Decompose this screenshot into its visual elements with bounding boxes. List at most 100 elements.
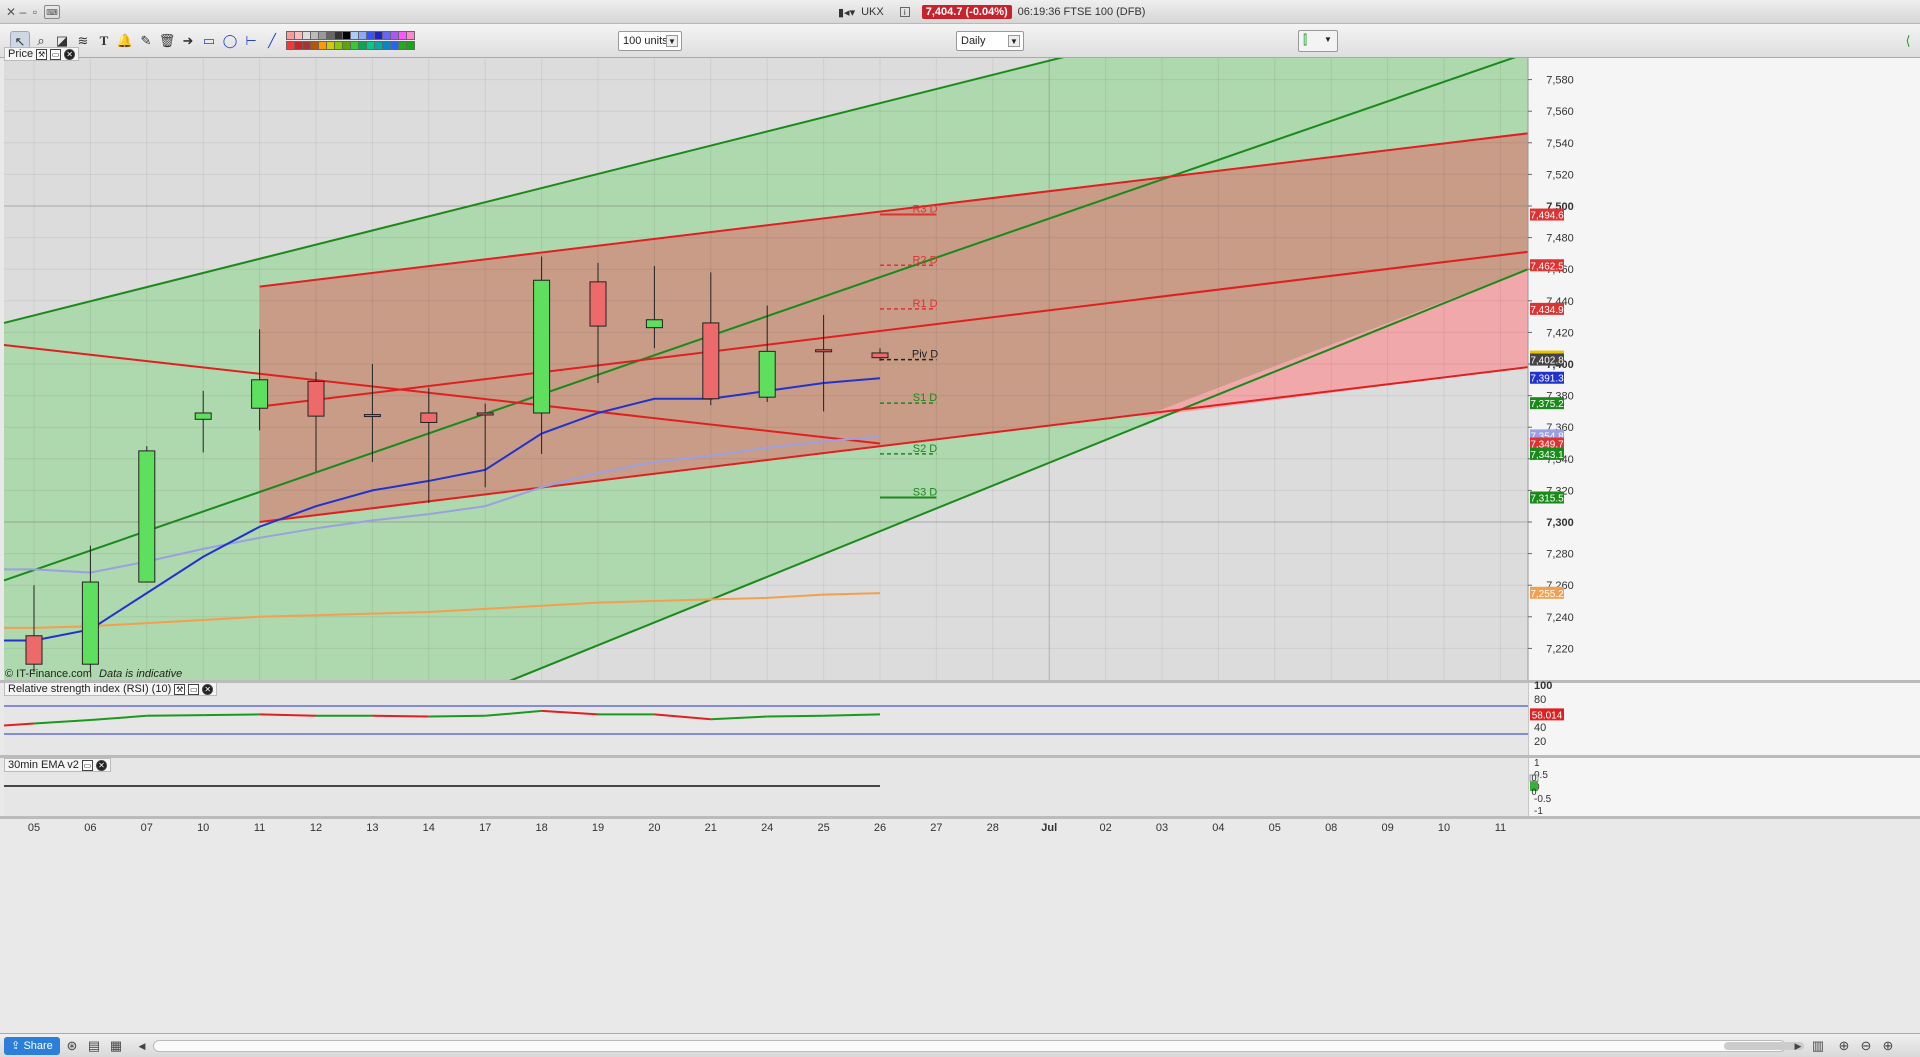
x-axis-label: 20 [648,822,660,834]
wrench-icon[interactable]: ⚒ [36,48,48,60]
info-icon[interactable]: i [899,7,910,17]
price-panel-label: Price ⚒ ▭ ✕ [4,47,80,61]
trend-line-tool-icon[interactable]: ╱ [262,31,282,51]
panel-toggle-icon[interactable]: ⟨ [1898,31,1918,51]
bar-chart-icon[interactable]: ▥ [1810,1038,1826,1054]
x-axis-label: 24 [761,822,773,834]
x-axis-label: 13 [366,822,378,834]
units-select[interactable]: 100 units ▼ [618,31,682,51]
rsi-line-segment [203,713,260,717]
rsi-value-label: 58.014 [1532,710,1563,721]
trading-app: ✕ – ▫ ⌨ ▮◂▾ UKX i 7,404.7 (-0.04%) 06:19… [0,0,1920,1057]
magic-tool-icon[interactable]: ✎ [136,31,156,51]
grid-icon[interactable]: ▦ [108,1038,124,1054]
horizontal-scrollbar[interactable] [153,1040,1804,1052]
pivot-label: R1 D [912,298,937,310]
zoom-in-icon[interactable]: ⊕ [1880,1038,1896,1054]
restore-window-icon[interactable]: ▫ [28,5,42,19]
candle-body[interactable] [251,379,269,409]
symbol-label: UKX [861,6,884,18]
window-icon[interactable]: ▭ [81,759,93,771]
text-tool-icon[interactable]: T [94,31,114,51]
watermark-note: Data is indicative [99,668,183,680]
price-tick-label: 7,540 [1546,138,1574,150]
candle-body[interactable] [420,412,438,423]
price-tag-label: 7,391.3 [1530,374,1564,385]
chart-canvas[interactable]: R3 DR2 DR1 DPiv DS1 DS2 DS3 D7,6007,5807… [0,58,1920,1033]
window-icon[interactable]: ▭ [188,683,200,695]
pivot-label: Piv D [912,349,938,361]
close-icon[interactable]: ✕ [202,683,214,695]
candle-body[interactable] [363,414,381,418]
account-icon[interactable]: ⊛ [64,1038,80,1054]
zoom-out-icon[interactable]: ⊖ [1858,1038,1874,1054]
ema-value-label: 0 [1531,773,1536,783]
rsi-axis-label: 100 [1534,680,1552,692]
candle-body[interactable] [589,281,607,327]
pivot-label: S2 D [913,443,938,455]
horizontal-line-tool-icon[interactable]: ⊢ [241,31,261,51]
candle-body[interactable] [533,279,551,414]
x-axis-label: 10 [1438,822,1450,834]
instrument-icon[interactable]: ▮◂▾ [838,6,855,19]
x-axis-label: 08 [1325,822,1337,834]
close-icon[interactable]: ✕ [95,759,107,771]
chevron-down-icon: ▼ [1008,35,1020,47]
share-button[interactable]: ⇪ Share [4,1037,60,1055]
layout-icon[interactable]: ▤ [86,1038,102,1054]
price-badge: 7,404.7 (-0.04%) [921,5,1012,19]
candle-body[interactable] [645,319,663,329]
close-icon[interactable]: ✕ [64,48,76,60]
scroll-left-icon[interactable]: ◀ [134,1038,150,1054]
chart-type-select[interactable]: ⫿ ▼ [1298,30,1338,52]
candle-body[interactable] [815,349,833,353]
rsi-axis-label: 20 [1534,736,1546,748]
candle-body[interactable] [138,450,156,583]
watermark: © IT-Finance.com Data is indicative [5,668,182,680]
ema-axis-label: -1 [1534,806,1543,817]
price-tick-label: 7,300 [1546,517,1574,529]
ema-pane-bg [4,758,1528,816]
status-bar: ⇪ Share ⊛ ▤ ▦ ◀ ▶ ▥ ⊕ ⊖ ⊕ [0,1033,1920,1057]
alert-bell-icon[interactable]: 🔔 [115,31,135,51]
price-tag-label: 7,434.9 [1530,305,1564,316]
rsi-line-segment [146,714,204,717]
price-tick-label: 7,420 [1546,327,1574,339]
price-tag-label: 7,255.2 [1530,589,1564,600]
candle-body[interactable] [25,635,43,665]
x-axis-label: 11 [1495,822,1506,834]
x-axis-label: 14 [423,822,435,834]
rectangle-tool-icon[interactable]: ▭ [199,31,219,51]
price-tag-label: 7,315.5 [1530,494,1564,505]
x-axis-label: Jul [1041,822,1057,834]
price-tag-label: 7,375.2 [1530,399,1564,410]
candle-body[interactable] [702,322,720,400]
rsi-line-segment [428,714,486,718]
keyboard-icon[interactable]: ⌨ [44,5,60,19]
delete-tool-icon[interactable]: 🗑 [157,31,177,51]
arrow-right-icon[interactable]: ➜ [178,31,198,51]
color-swatch[interactable] [406,31,415,40]
scroll-right-icon[interactable]: ▶ [1790,1038,1806,1054]
price-tick-label: 7,520 [1546,169,1574,181]
window-icon[interactable]: ▭ [50,48,62,60]
candle-body[interactable] [871,352,889,359]
x-axis-label: 26 [874,822,886,834]
candle-body[interactable] [81,581,99,665]
pivot-label: R2 D [912,254,937,266]
chevron-down-icon: ▼ [666,35,678,47]
x-axis-label: 19 [592,822,604,834]
rsi-panel-title: Relative strength index (RSI) (10) [8,683,172,695]
period-select[interactable]: Daily ▼ [956,31,1024,51]
x-axis-label: 05 [28,822,40,834]
x-axis-bg [0,819,1920,1033]
ellipse-tool-icon[interactable]: ◯ [220,31,240,51]
candle-body[interactable] [476,412,494,416]
candle-body[interactable] [194,412,212,420]
candle-body[interactable] [758,350,776,398]
color-swatch[interactable] [406,41,415,50]
wrench-icon[interactable]: ⚒ [174,683,186,695]
zoom-fit-icon[interactable]: ⊕ [1836,1038,1852,1054]
price-tick-label: 7,220 [1546,643,1574,655]
candle-body[interactable] [307,380,325,417]
